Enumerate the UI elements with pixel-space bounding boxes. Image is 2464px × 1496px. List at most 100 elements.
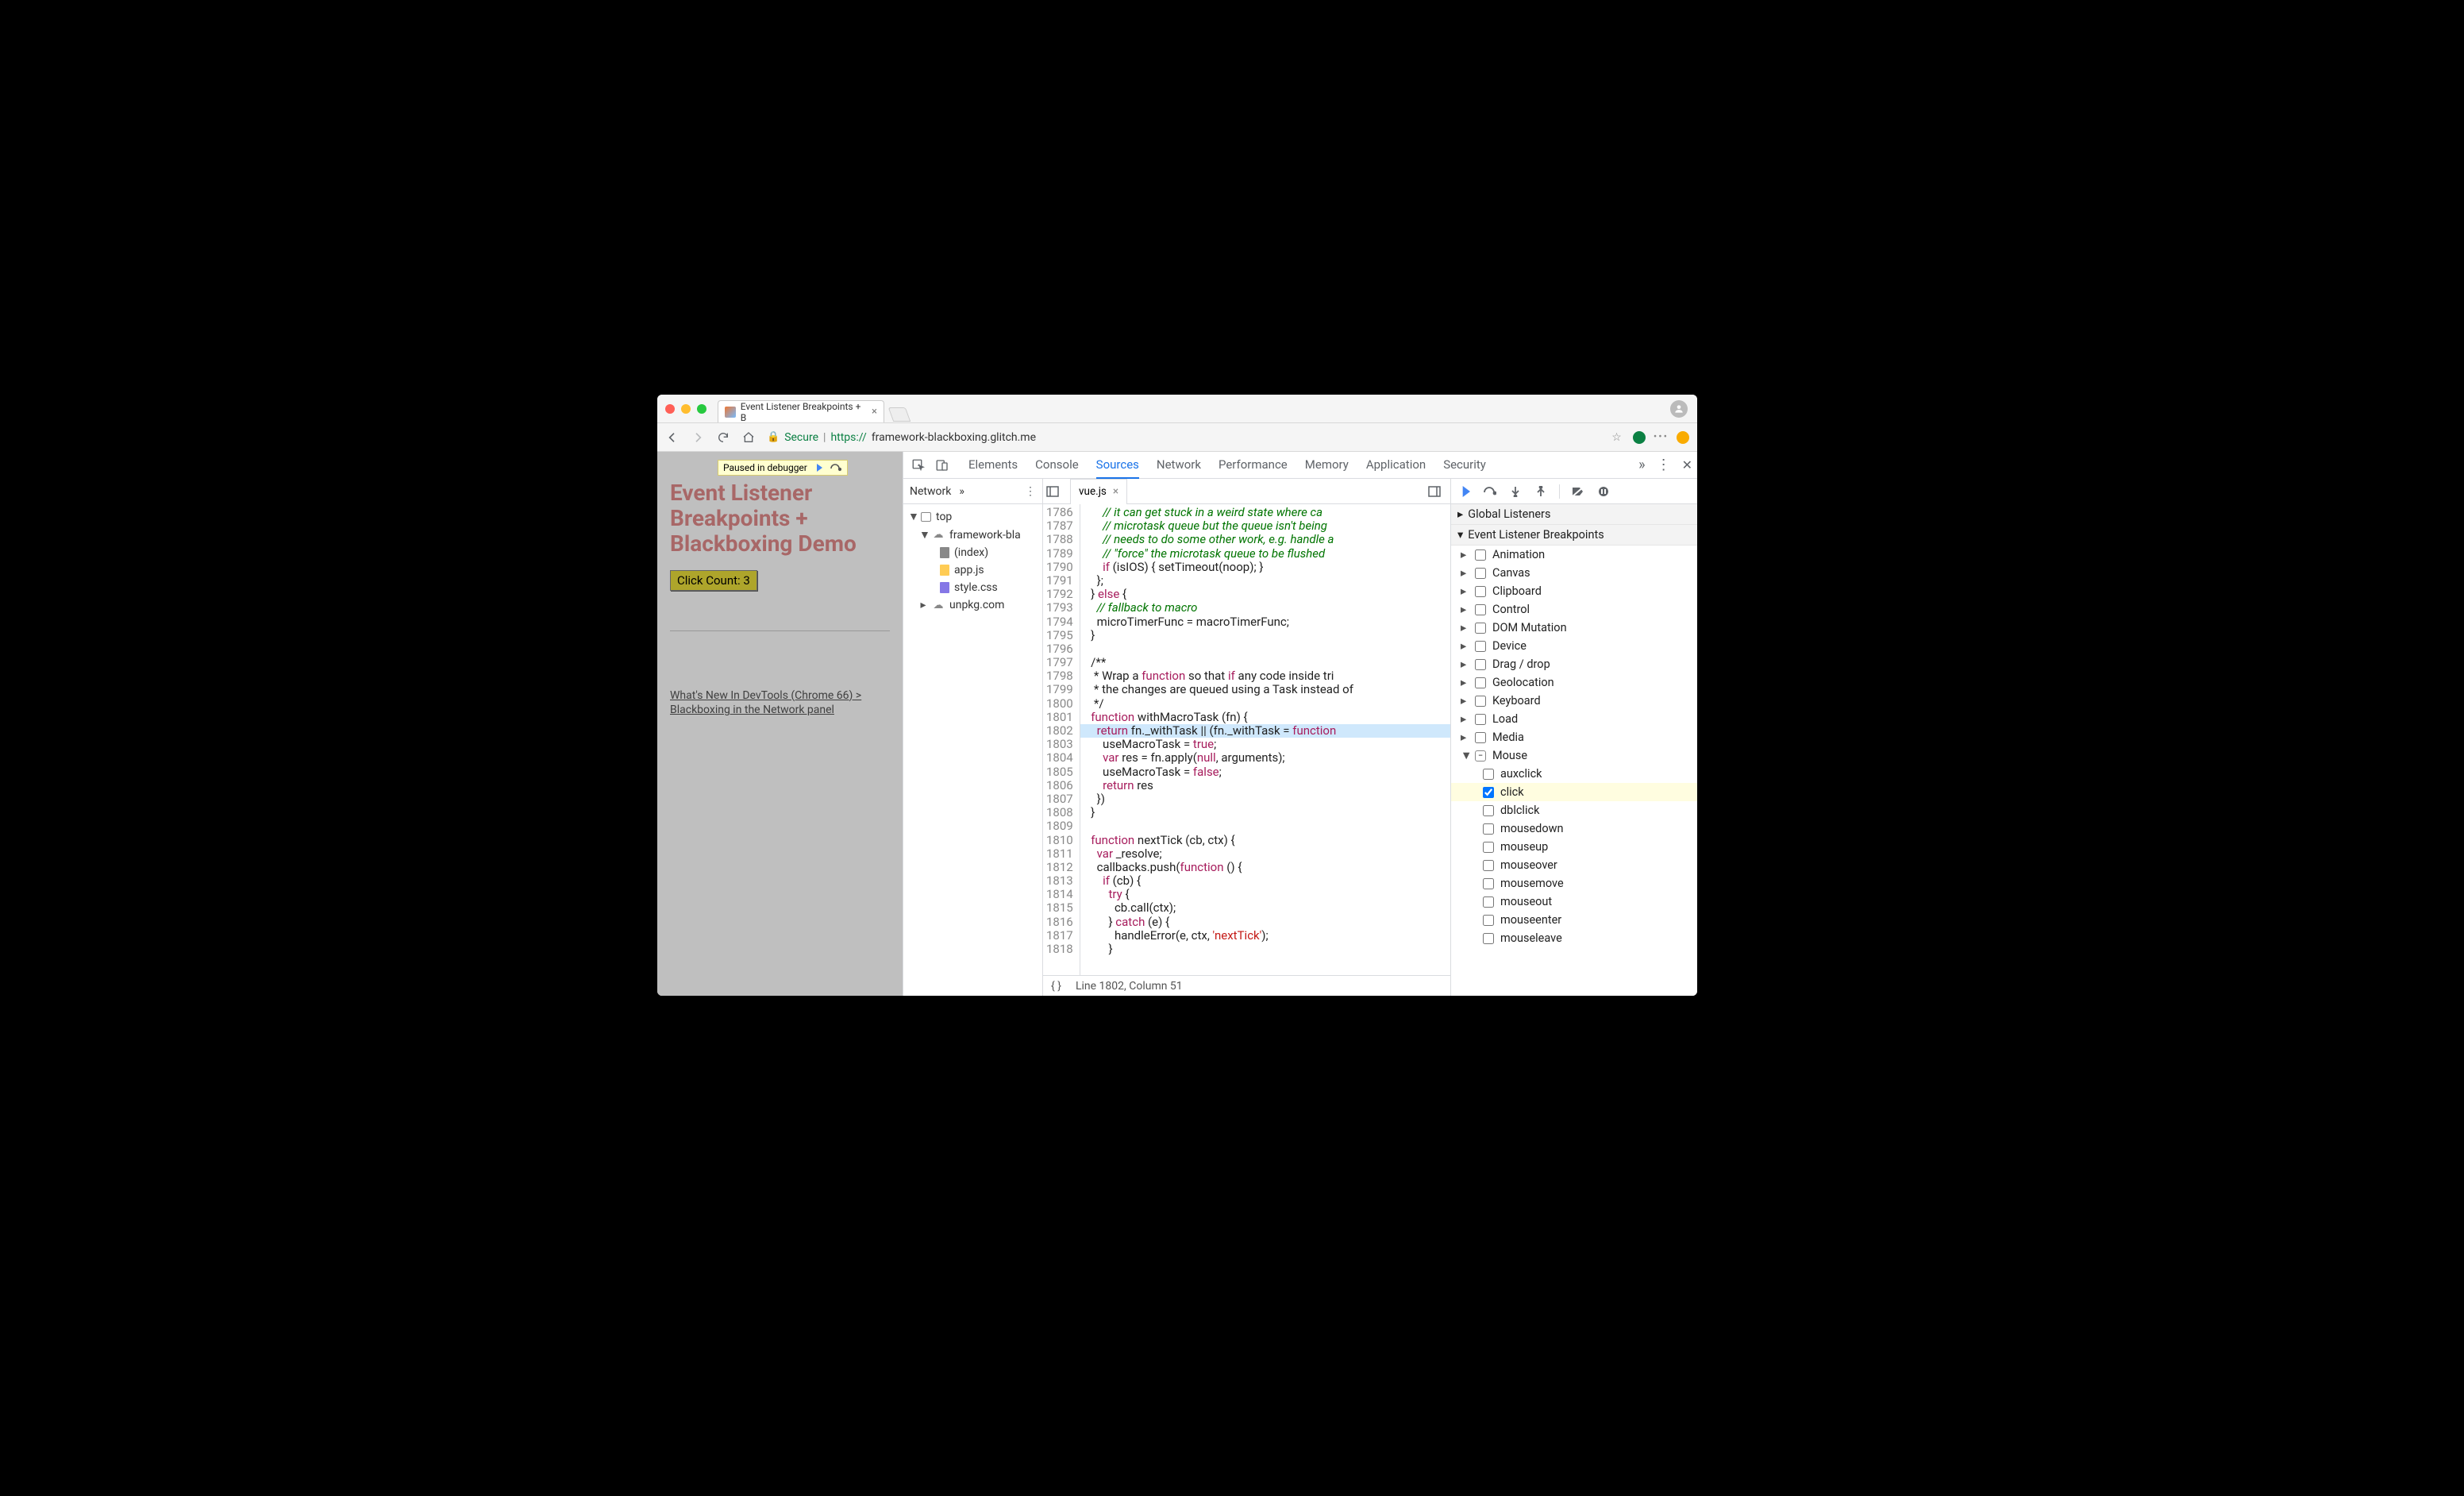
deactivate-breakpoints-button[interactable] <box>1571 484 1585 499</box>
panel-tab-application[interactable]: Application <box>1366 452 1426 479</box>
back-button[interactable] <box>665 430 680 445</box>
titlebar: Event Listener Breakpoints + B × <box>657 395 1697 423</box>
elb-event-mousemove[interactable]: mousemove <box>1451 874 1697 893</box>
step-over-button[interactable] <box>1483 484 1497 499</box>
elb-category-load[interactable]: ▸Load <box>1451 710 1697 728</box>
code-area[interactable]: 1786178717881789179017911792179317941795… <box>1043 504 1450 975</box>
pane-global-listeners[interactable]: ▸Global Listeners <box>1451 504 1697 525</box>
paused-label: Paused in debugger <box>723 462 807 473</box>
file-tree: ▼top ▼☁framework-bla (index) app.js styl… <box>903 504 1042 617</box>
elb-event-dblclick[interactable]: dblclick <box>1451 801 1697 819</box>
device-toolbar-icon[interactable] <box>932 456 953 475</box>
elb-event-click[interactable]: click <box>1451 783 1697 801</box>
elb-category-canvas[interactable]: ▸Canvas <box>1451 564 1697 582</box>
new-tab-button[interactable] <box>888 407 911 422</box>
pane-event-listener-breakpoints[interactable]: ▾Event Listener Breakpoints <box>1451 525 1697 546</box>
editor-tab-vuejs[interactable]: vue.js × <box>1070 479 1127 504</box>
step-into-button[interactable] <box>1508 484 1523 499</box>
navigator-menu-icon[interactable]: ⋮ <box>1025 485 1036 498</box>
navigator-header: Network » ⋮ <box>903 479 1042 504</box>
extensions: ••• <box>1633 431 1689 444</box>
sidebar-panes: ▸Global Listeners ▾Event Listener Breakp… <box>1451 504 1697 996</box>
editor-status: { } Line 1802, Column 51 <box>1043 975 1450 996</box>
settings-icon[interactable]: ⋮ <box>1657 457 1671 473</box>
tree-file-index[interactable]: (index) <box>905 544 1041 561</box>
panel-tab-elements[interactable]: Elements <box>968 452 1018 479</box>
toggle-navigator-icon[interactable] <box>1046 486 1065 497</box>
elb-category-media[interactable]: ▸Media <box>1451 728 1697 746</box>
line-gutter: 1786178717881789179017911792179317941795… <box>1043 504 1080 975</box>
inspect-element-icon[interactable] <box>908 456 929 475</box>
browser-tab[interactable]: Event Listener Breakpoints + B × <box>718 400 884 422</box>
debugger-controls <box>1451 479 1697 504</box>
elb-category-dom-mutation[interactable]: ▸DOM Mutation <box>1451 619 1697 637</box>
elb-category-drag-drop[interactable]: ▸Drag / drop <box>1451 655 1697 673</box>
browser-toolbar: 🔒 Secure | https://framework-blackboxing… <box>657 423 1697 452</box>
tree-domain-1[interactable]: ▼☁framework-bla <box>905 526 1041 544</box>
address-bar[interactable]: 🔒 Secure | https://framework-blackboxing… <box>767 431 1622 444</box>
elb-category-animation[interactable]: ▸Animation <box>1451 546 1697 564</box>
tree-file-stylecss[interactable]: style.css <box>905 579 1041 596</box>
pause-on-exceptions-button[interactable] <box>1596 484 1611 499</box>
debugger-sidebar: ▸Global Listeners ▾Event Listener Breakp… <box>1451 479 1697 996</box>
pretty-print-icon[interactable]: { } <box>1051 980 1061 993</box>
editor-tabbar: vue.js × <box>1043 479 1450 504</box>
close-devtools-icon[interactable]: ✕ <box>1682 457 1692 472</box>
home-button[interactable] <box>741 430 756 445</box>
elb-event-mouseout[interactable]: mouseout <box>1451 893 1697 911</box>
tree-file-appjs[interactable]: app.js <box>905 561 1041 579</box>
step-over-icon[interactable] <box>830 462 842 473</box>
panel-tab-security[interactable]: Security <box>1443 452 1486 479</box>
minimize-window[interactable] <box>681 404 691 414</box>
resume-icon[interactable] <box>812 462 825 473</box>
elb-event-mouseup[interactable]: mouseup <box>1451 838 1697 856</box>
close-window[interactable] <box>665 404 675 414</box>
elb-category-device[interactable]: ▸Device <box>1451 637 1697 655</box>
profile-avatar[interactable] <box>1670 400 1688 418</box>
tree-domain-2[interactable]: ▸☁unpkg.com <box>905 596 1041 614</box>
reload-button[interactable] <box>716 430 730 445</box>
bookmark-icon[interactable]: ☆ <box>1611 431 1622 444</box>
elb-event-mouseover[interactable]: mouseover <box>1451 856 1697 874</box>
extension-icon-3[interactable] <box>1677 431 1689 444</box>
panel-tab-memory[interactable]: Memory <box>1305 452 1349 479</box>
cursor-position: Line 1802, Column 51 <box>1076 980 1183 993</box>
navigator-tab[interactable]: Network <box>910 485 951 498</box>
elb-category-control[interactable]: ▸Control <box>1451 600 1697 619</box>
panel-tab-console[interactable]: Console <box>1035 452 1079 479</box>
extension-icon-2[interactable]: ••• <box>1654 431 1669 443</box>
elb-event-mouseleave[interactable]: mouseleave <box>1451 929 1697 947</box>
url-prefix: https:// <box>830 431 866 444</box>
elb-category-keyboard[interactable]: ▸Keyboard <box>1451 692 1697 710</box>
close-file-icon[interactable]: × <box>1113 485 1118 498</box>
devtools-toolbar: Elements Console Sources Network Performance… <box>903 452 1697 479</box>
more-panels-icon[interactable]: » <box>1638 457 1645 473</box>
elb-category-geolocation[interactable]: ▸Geolocation <box>1451 673 1697 692</box>
resume-button[interactable] <box>1457 484 1472 499</box>
elb-event-mouseenter[interactable]: mouseenter <box>1451 911 1697 929</box>
url-host: framework-blackboxing.glitch.me <box>872 431 1036 444</box>
devtools-tabs: Elements Console Sources Network Performance… <box>968 452 1486 479</box>
devtools: Elements Console Sources Network Performance… <box>903 452 1697 996</box>
panel-tab-sources[interactable]: Sources <box>1096 452 1139 479</box>
window-controls <box>665 404 706 414</box>
forward-button[interactable] <box>691 430 705 445</box>
elb-category-clipboard[interactable]: ▸Clipboard <box>1451 582 1697 600</box>
code-editor: vue.js × 1786178717881789179017911792179… <box>1043 479 1451 996</box>
toggle-debugger-icon[interactable] <box>1428 486 1447 497</box>
step-out-button[interactable] <box>1534 484 1548 499</box>
elb-event-mousedown[interactable]: mousedown <box>1451 819 1697 838</box>
close-tab-icon[interactable]: × <box>872 406 877 418</box>
elb-category-mouse[interactable]: ▼−Mouse <box>1451 746 1697 765</box>
page-content: Paused in debugger Event Listener Breakp… <box>657 452 903 996</box>
paused-in-debugger-overlay: Paused in debugger <box>718 460 848 476</box>
elb-event-auxclick[interactable]: auxclick <box>1451 765 1697 783</box>
browser-window: Event Listener Breakpoints + B × 🔒 Secur… <box>657 395 1697 996</box>
tree-top[interactable]: ▼top <box>905 507 1041 526</box>
more-tabs-icon[interactable]: » <box>959 485 964 498</box>
panel-tab-performance[interactable]: Performance <box>1219 452 1288 479</box>
panel-tab-network[interactable]: Network <box>1157 452 1201 479</box>
maximize-window[interactable] <box>697 404 706 414</box>
source-text: // it can get stuck in a weird state whe… <box>1080 504 1450 975</box>
extension-icon-1[interactable] <box>1633 431 1646 444</box>
